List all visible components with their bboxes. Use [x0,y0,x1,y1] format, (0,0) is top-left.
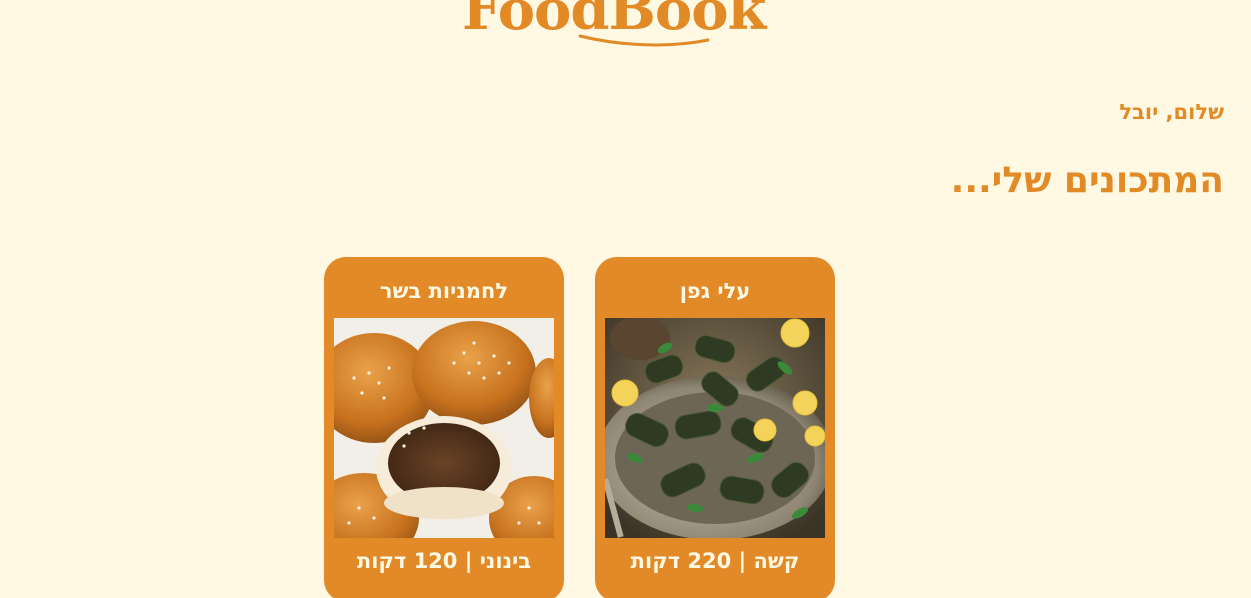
recipe-title: לחמניות בשר [379,279,509,303]
page-title: המתכונים שלי... [950,160,1224,201]
recipe-image-meat-buns [334,318,554,538]
meta-separator: | [457,549,473,573]
recipe-meta: קשה | 220 דקות [595,549,835,573]
logo-swash-icon [578,34,710,47]
recipe-title: עלי גפן [679,279,751,303]
meta-separator: | [731,549,747,573]
recipe-time: 120 דקות [356,549,458,573]
recipe-difficulty: קשה [753,549,800,573]
recipe-card-grape-leaves[interactable]: עלי גפן קשה | 220 דקות [595,257,835,598]
recipe-meta: בינוני | 120 דקות [324,549,564,573]
separator-glyph: | [464,549,473,573]
recipe-time: 220 דקות [630,549,732,573]
user-greeting: שלום, יובל [1119,100,1224,124]
recipe-difficulty: בינוני [479,549,532,573]
separator-glyph: | [738,549,747,573]
recipe-card-meat-buns[interactable]: לחמניות בשר בינוני | 120 דקות [324,257,564,598]
recipe-image-grape-leaves [605,318,825,538]
page: FoodBook שלום, יובל המתכונים שלי... עלי … [0,0,1251,598]
